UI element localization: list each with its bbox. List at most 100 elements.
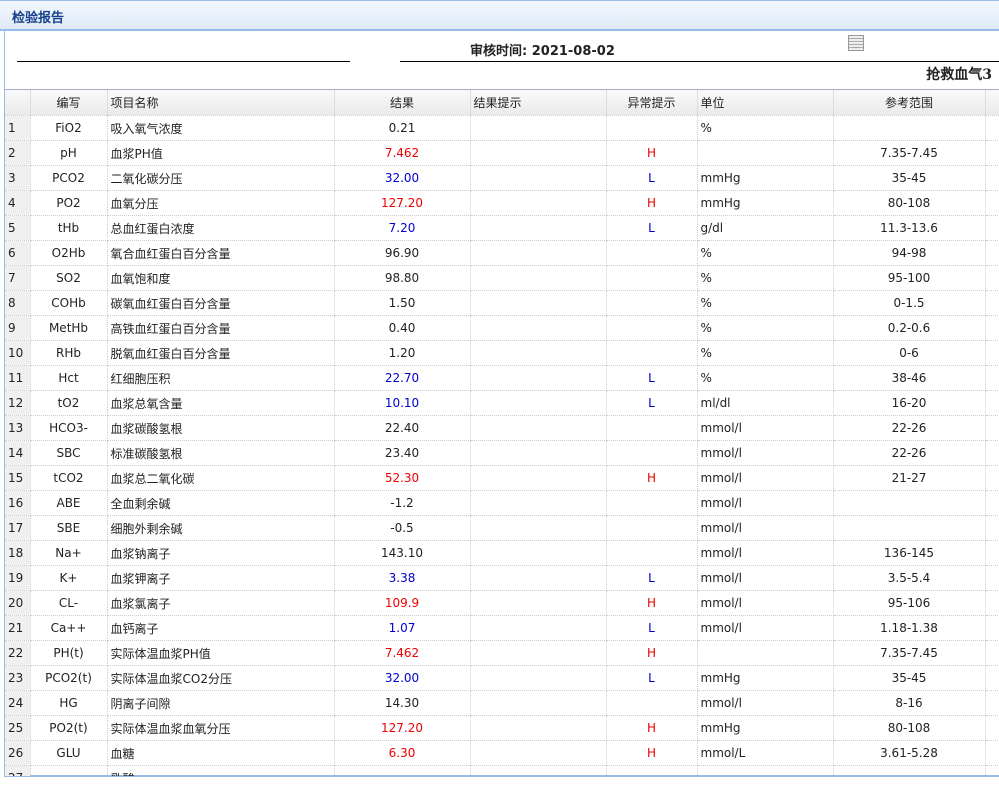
result: 127.20 bbox=[334, 190, 471, 216]
result-hint bbox=[470, 640, 607, 666]
unit: mmol/l bbox=[697, 565, 834, 591]
header-code[interactable]: 编写 bbox=[30, 90, 108, 116]
table-row[interactable]: 16 ABE 全血剩余碱 -1.2 mmol/l bbox=[5, 490, 999, 516]
table-row[interactable]: 5 tHb 总血红蛋白浓度 7.20 Lg/dl 11.3-13.6 bbox=[5, 215, 999, 241]
spacer-cell bbox=[985, 715, 999, 741]
table-row[interactable]: 23 PCO2(t) 实际体温血浆CO2分压 32.00 LmmHg 35-45 bbox=[5, 665, 999, 691]
row-index: 7 bbox=[5, 265, 31, 291]
row-index: 10 bbox=[5, 340, 31, 366]
result-hint bbox=[470, 190, 607, 216]
header-result-hint[interactable]: 结果提示 bbox=[470, 90, 607, 116]
table-row[interactable]: 12 tO2 血浆总氧含量 10.10 Lml/dl 16-20 bbox=[5, 390, 999, 416]
result-hint bbox=[470, 740, 607, 766]
reference-range: 21-27 bbox=[833, 465, 986, 491]
result: 7.20 bbox=[334, 215, 471, 241]
row-index: 19 bbox=[5, 565, 31, 591]
item-name: 血浆氯离子 bbox=[107, 590, 335, 616]
table-row[interactable]: 9 MetHb 高铁血红蛋白百分含量 0.40% 0.2-0.6 bbox=[5, 315, 999, 341]
unit: mmol/l bbox=[697, 590, 834, 616]
abnormal-flag bbox=[606, 415, 698, 441]
table-row[interactable]: 22 PH(t) 实际体温血浆PH值 7.462 H 7.35-7.45 bbox=[5, 640, 999, 666]
table-row[interactable]: 26 GLU 血糖 6.30 Hmmol/L 3.61-5.28 bbox=[5, 740, 999, 766]
code: HG bbox=[30, 690, 108, 716]
table-row[interactable]: 24 HG 阴离子间隙 14.30 mmol/l 8-16 bbox=[5, 690, 999, 716]
reference-range: 80-108 bbox=[833, 715, 986, 741]
table-row[interactable]: 15 tCO2 血浆总二氧化碳 52.30 Hmmol/l 21-27 bbox=[5, 465, 999, 491]
reference-range: 3.5-5.4 bbox=[833, 565, 986, 591]
spacer-cell bbox=[985, 365, 999, 391]
abnormal-flag: H bbox=[606, 190, 698, 216]
header-reference-range[interactable]: 参考范围 bbox=[833, 90, 986, 116]
row-index: 11 bbox=[5, 365, 31, 391]
table-row[interactable]: 7 SO2 血氧饱和度 98.80% 95-100 bbox=[5, 265, 999, 291]
unit: % bbox=[697, 315, 834, 341]
row-index: 23 bbox=[5, 665, 31, 691]
code: pH bbox=[30, 140, 108, 166]
row-index: 25 bbox=[5, 715, 31, 741]
table-row[interactable]: 19 K+ 血浆钾离子 3.38 Lmmol/l 3.5-5.4 bbox=[5, 565, 999, 591]
item-name: 高铁血红蛋白百分含量 bbox=[107, 315, 335, 341]
table-row[interactable]: 13 HCO3- 血浆碳酸氢根 22.40 mmol/l 22-26 bbox=[5, 415, 999, 441]
code: O2Hb bbox=[30, 240, 108, 266]
table-row[interactable]: 21 Ca++ 血钙离子 1.07 Lmmol/l 1.18-1.38 bbox=[5, 615, 999, 641]
code: COHb bbox=[30, 290, 108, 316]
abnormal-flag: H bbox=[606, 640, 698, 666]
table-row[interactable]: 14 SBC 标准碳酸氢根 23.40 mmol/l 22-26 bbox=[5, 440, 999, 466]
unit: mmol/l bbox=[697, 415, 834, 441]
table-row[interactable]: 3 PCO2 二氧化碳分压 32.00 LmmHg 35-45 bbox=[5, 165, 999, 191]
row-index: 13 bbox=[5, 415, 31, 441]
header-abnormal-flag[interactable]: 异常提示 bbox=[606, 90, 698, 116]
table-row[interactable]: 11 Hct 红细胞压积 22.70 L% 38-46 bbox=[5, 365, 999, 391]
table-row[interactable]: 20 CL- 血浆氯离子 109.9 Hmmol/l 95-106 bbox=[5, 590, 999, 616]
table-row[interactable]: 4 PO2 血氧分压 127.20 HmmHg 80-108 bbox=[5, 190, 999, 216]
row-index: 24 bbox=[5, 690, 31, 716]
header-result[interactable]: 结果 bbox=[334, 90, 471, 116]
table-row[interactable]: 10 RHb 脱氧血红蛋白百分含量 1.20% 0-6 bbox=[5, 340, 999, 366]
row-index: 8 bbox=[5, 290, 31, 316]
table-row[interactable]: 6 O2Hb 氧合血红蛋白百分含量 96.90% 94-98 bbox=[5, 240, 999, 266]
abnormal-flag: L bbox=[606, 615, 698, 641]
abnormal-flag: L bbox=[606, 665, 698, 691]
item-name: 细胞外剩余碱 bbox=[107, 515, 335, 541]
table-row[interactable]: 1 FiO2 吸入氧气浓度 0.21% bbox=[5, 115, 999, 141]
result: -0.5 bbox=[334, 515, 471, 541]
abnormal-flag: L bbox=[606, 390, 698, 416]
abnormal-flag bbox=[606, 765, 698, 776]
item-name: 全血剩余碱 bbox=[107, 490, 335, 516]
table-row[interactable]: 27 乳酸 bbox=[5, 765, 999, 776]
result-hint bbox=[470, 615, 607, 641]
spacer-cell bbox=[985, 515, 999, 541]
header-item-name[interactable]: 项目名称 bbox=[107, 90, 335, 116]
item-name: 红细胞压积 bbox=[107, 365, 335, 391]
unit: mmHg bbox=[697, 190, 834, 216]
code bbox=[30, 765, 108, 776]
table-row[interactable]: 8 COHb 碳氧血红蛋白百分含量 1.50% 0-1.5 bbox=[5, 290, 999, 316]
abnormal-flag bbox=[606, 440, 698, 466]
result: 0.21 bbox=[334, 115, 471, 141]
spacer-cell bbox=[985, 615, 999, 641]
result: 52.30 bbox=[334, 465, 471, 491]
table-row[interactable]: 17 SBE 细胞外剩余碱 -0.5 mmol/l bbox=[5, 515, 999, 541]
code: tHb bbox=[30, 215, 108, 241]
abnormal-flag: H bbox=[606, 740, 698, 766]
code: tO2 bbox=[30, 390, 108, 416]
results-table: 编写 项目名称 结果 结果提示 异常提示 单位 参考范围 1 FiO2 吸入氧气浓度 0.21% 2… bbox=[5, 89, 999, 776]
item-name: 血糖 bbox=[107, 740, 335, 766]
spacer-cell bbox=[985, 765, 999, 776]
unit: mmHg bbox=[697, 665, 834, 691]
table-row[interactable]: 18 Na+ 血浆钠离子 143.10 mmol/l 136-145 bbox=[5, 540, 999, 566]
abnormal-flag bbox=[606, 490, 698, 516]
reference-range: 0-6 bbox=[833, 340, 986, 366]
result-hint bbox=[470, 415, 607, 441]
unit bbox=[697, 640, 834, 666]
header-unit[interactable]: 单位 bbox=[697, 90, 834, 116]
row-index: 22 bbox=[5, 640, 31, 666]
result: -1.2 bbox=[334, 490, 471, 516]
document-icon[interactable] bbox=[848, 35, 864, 51]
item-name: 血浆总二氧化碳 bbox=[107, 465, 335, 491]
spacer-cell bbox=[985, 440, 999, 466]
table-row[interactable]: 2 pH 血浆PH值 7.462 H 7.35-7.45 bbox=[5, 140, 999, 166]
abnormal-flag: H bbox=[606, 715, 698, 741]
table-row[interactable]: 25 PO2(t) 实际体温血浆血氧分压 127.20 HmmHg 80-108 bbox=[5, 715, 999, 741]
code: ABE bbox=[30, 490, 108, 516]
